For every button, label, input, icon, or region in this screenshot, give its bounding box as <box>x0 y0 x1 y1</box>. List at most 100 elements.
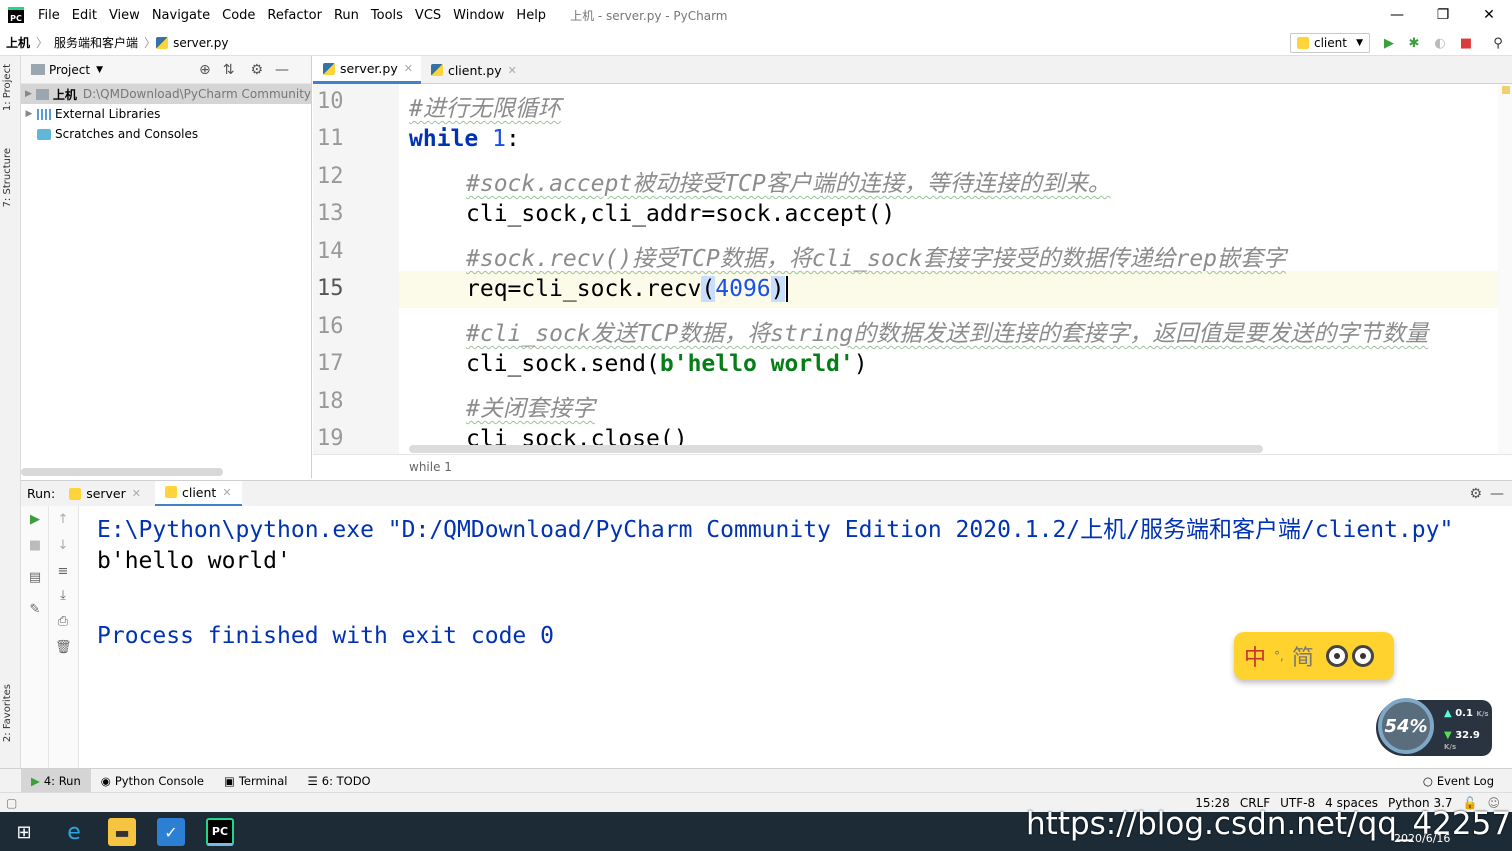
run-toolbar-left: ▶ ■ ▤ ✎ <box>21 506 49 768</box>
pycharm-taskbar-icon[interactable]: PC <box>206 818 234 846</box>
horizontal-scrollbar[interactable] <box>409 445 1263 453</box>
trash-icon[interactable]: 🗑 <box>55 640 72 656</box>
event-log-icon: ○ <box>1422 773 1433 788</box>
ime-punct[interactable]: °, <box>1274 649 1284 663</box>
stop-icon[interactable]: ■ <box>27 538 43 554</box>
menu-run[interactable]: Run <box>328 8 365 23</box>
collapse-all-icon[interactable]: ⇅ <box>223 62 235 78</box>
close-tab-icon[interactable]: ✕ <box>132 487 141 500</box>
project-panel-title[interactable]: Project <box>49 63 90 77</box>
scroll-to-end-icon[interactable]: ⤓ <box>55 588 71 604</box>
run-icon[interactable]: ▶ <box>1381 35 1397 51</box>
expand-arrow-icon[interactable]: ▶ <box>21 89 36 99</box>
line-number: 17 <box>317 351 344 376</box>
up-arrow-icon[interactable]: ↑ <box>55 512 71 528</box>
menu-window[interactable]: Window <box>447 8 510 23</box>
expand-arrow-icon[interactable]: ▶ <box>21 109 37 119</box>
menu-edit[interactable]: Edit <box>66 8 103 23</box>
gear-icon[interactable]: ⚙ <box>1469 486 1482 502</box>
run-tab-client[interactable]: client ✕ <box>154 480 242 507</box>
search-icon[interactable]: ⚲ <box>1490 35 1506 51</box>
file-explorer-icon[interactable]: ▬ <box>108 818 136 846</box>
scratches-icon <box>37 128 51 140</box>
code-breadcrumb: while 1 <box>313 454 1512 478</box>
up-arrow-icon: ▲ <box>1444 708 1452 719</box>
analysis-status-icon[interactable] <box>1502 86 1510 94</box>
menu-view[interactable]: View <box>103 8 146 23</box>
app-icon[interactable]: ✓ <box>157 818 185 846</box>
layout-icon[interactable]: ▤ <box>27 570 43 586</box>
tab-terminal[interactable]: ▣ Terminal <box>214 769 297 793</box>
tree-item-project[interactable]: ▶ 上机 D:\QMDownload\PyCharm Community <box>21 84 311 104</box>
menu-bar: PC File Edit View Navigate Code Refactor… <box>0 0 1512 30</box>
python-run-icon <box>69 487 82 500</box>
stop-icon[interactable]: ■ <box>1458 35 1474 51</box>
tab-client-py[interactable]: client.py ✕ <box>421 56 525 84</box>
menu-file[interactable]: File <box>32 8 66 23</box>
tab-project-tool[interactable]: 1: Project <box>2 64 13 111</box>
menu-vcs[interactable]: VCS <box>409 8 447 23</box>
tab-server-py[interactable]: server.py ✕ <box>313 56 421 84</box>
locate-icon[interactable]: ⊕ <box>199 62 211 78</box>
console-line: Process finished with exit code 0 <box>97 623 554 649</box>
code-breadcrumb-item[interactable]: while 1 <box>409 460 452 474</box>
code-line: req=cli_sock.recv(4096) <box>466 276 788 302</box>
code-line: #cli_sock发送TCP数据，将string的数据发送到连接的套接字，返回值… <box>466 321 1429 347</box>
tab-structure-tool[interactable]: 7: Structure <box>2 148 13 207</box>
debug-icon[interactable]: ✱ <box>1406 35 1422 51</box>
breadcrumb-project[interactable]: 上机 <box>0 34 36 51</box>
horizontal-scrollbar[interactable] <box>21 468 223 476</box>
menu-code[interactable]: Code <box>216 8 261 23</box>
code-editor[interactable]: #进行无限循环 while 1: #sock.accept被动接受TCP客户端的… <box>399 84 1498 454</box>
ime-toolbar[interactable]: 中 °, 简 <box>1234 632 1394 680</box>
download-speed: ▼ 32.9 K/s <box>1444 730 1480 751</box>
python-file-icon <box>156 36 169 49</box>
rerun-icon[interactable]: ▶ <box>27 512 43 528</box>
edge-browser-icon[interactable]: e <box>60 818 88 846</box>
ime-mode[interactable]: 中 <box>1244 640 1266 672</box>
run-label: Run: <box>27 486 56 501</box>
ime-variant[interactable]: 简 <box>1292 640 1314 672</box>
code-line: cli_sock.send(b'hello world') <box>466 351 868 377</box>
editor-scrollbar[interactable] <box>1498 84 1512 454</box>
pin-icon[interactable]: ✎ <box>27 602 43 618</box>
close-tab-icon[interactable]: ✕ <box>508 64 517 77</box>
close-button[interactable]: ✕ <box>1466 0 1512 30</box>
line-number: 14 <box>317 239 344 264</box>
chevron-down-icon: ▼ <box>1356 38 1363 48</box>
event-log-button[interactable]: ○ Event Log <box>1413 769 1504 793</box>
tab-python-console[interactable]: ◉ Python Console <box>91 769 214 793</box>
tree-item-label: External Libraries <box>55 107 161 121</box>
soft-wrap-icon[interactable]: ≡ <box>55 564 71 580</box>
menu-tools[interactable]: Tools <box>365 8 409 23</box>
chevron-down-icon[interactable]: ▼ <box>96 65 103 75</box>
minimize-button[interactable]: — <box>1374 0 1420 30</box>
run-tab-server[interactable]: server ✕ <box>59 481 151 507</box>
breadcrumb-folder[interactable]: 服务端和客户端 <box>48 34 144 51</box>
tree-item-path: D:\QMDownload\PyCharm Community <box>82 87 311 101</box>
windows-start-icon[interactable]: ⊞ <box>10 818 38 846</box>
python-config-icon <box>1297 37 1309 49</box>
close-tab-icon[interactable]: ✕ <box>404 62 413 75</box>
tab-todo[interactable]: ☰ 6: TODO <box>297 769 380 793</box>
run-config-select[interactable]: client ▼ <box>1290 33 1370 53</box>
toggle-tool-windows-icon[interactable]: ▢ <box>6 796 17 810</box>
tree-item-scratches[interactable]: Scratches and Consoles <box>21 124 311 144</box>
breadcrumb-file[interactable]: server.py <box>173 36 234 50</box>
coverage-icon[interactable]: ◐ <box>1432 35 1448 51</box>
close-tab-icon[interactable]: ✕ <box>222 486 231 499</box>
hide-icon[interactable]: — <box>275 62 289 78</box>
console-line: E:\Python\python.exe "D:/QMDownload/PyCh… <box>97 517 1454 543</box>
restore-button[interactable]: ❐ <box>1420 0 1466 30</box>
gear-icon[interactable]: ⚙ <box>250 62 263 78</box>
tab-favorites-tool[interactable]: 2: Favorites <box>2 684 13 742</box>
hide-icon[interactable]: — <box>1490 486 1504 502</box>
menu-refactor[interactable]: Refactor <box>261 8 328 23</box>
print-icon[interactable]: ⎙ <box>55 614 71 630</box>
menu-navigate[interactable]: Navigate <box>146 8 216 23</box>
memory-usage-badge: 54% <box>1378 698 1434 754</box>
down-arrow-icon[interactable]: ↓ <box>55 538 71 554</box>
menu-help[interactable]: Help <box>510 8 552 23</box>
tree-item-external-libraries[interactable]: ▶ External Libraries <box>21 104 311 124</box>
tab-run-tool[interactable]: ▶ 4: Run <box>21 768 91 793</box>
